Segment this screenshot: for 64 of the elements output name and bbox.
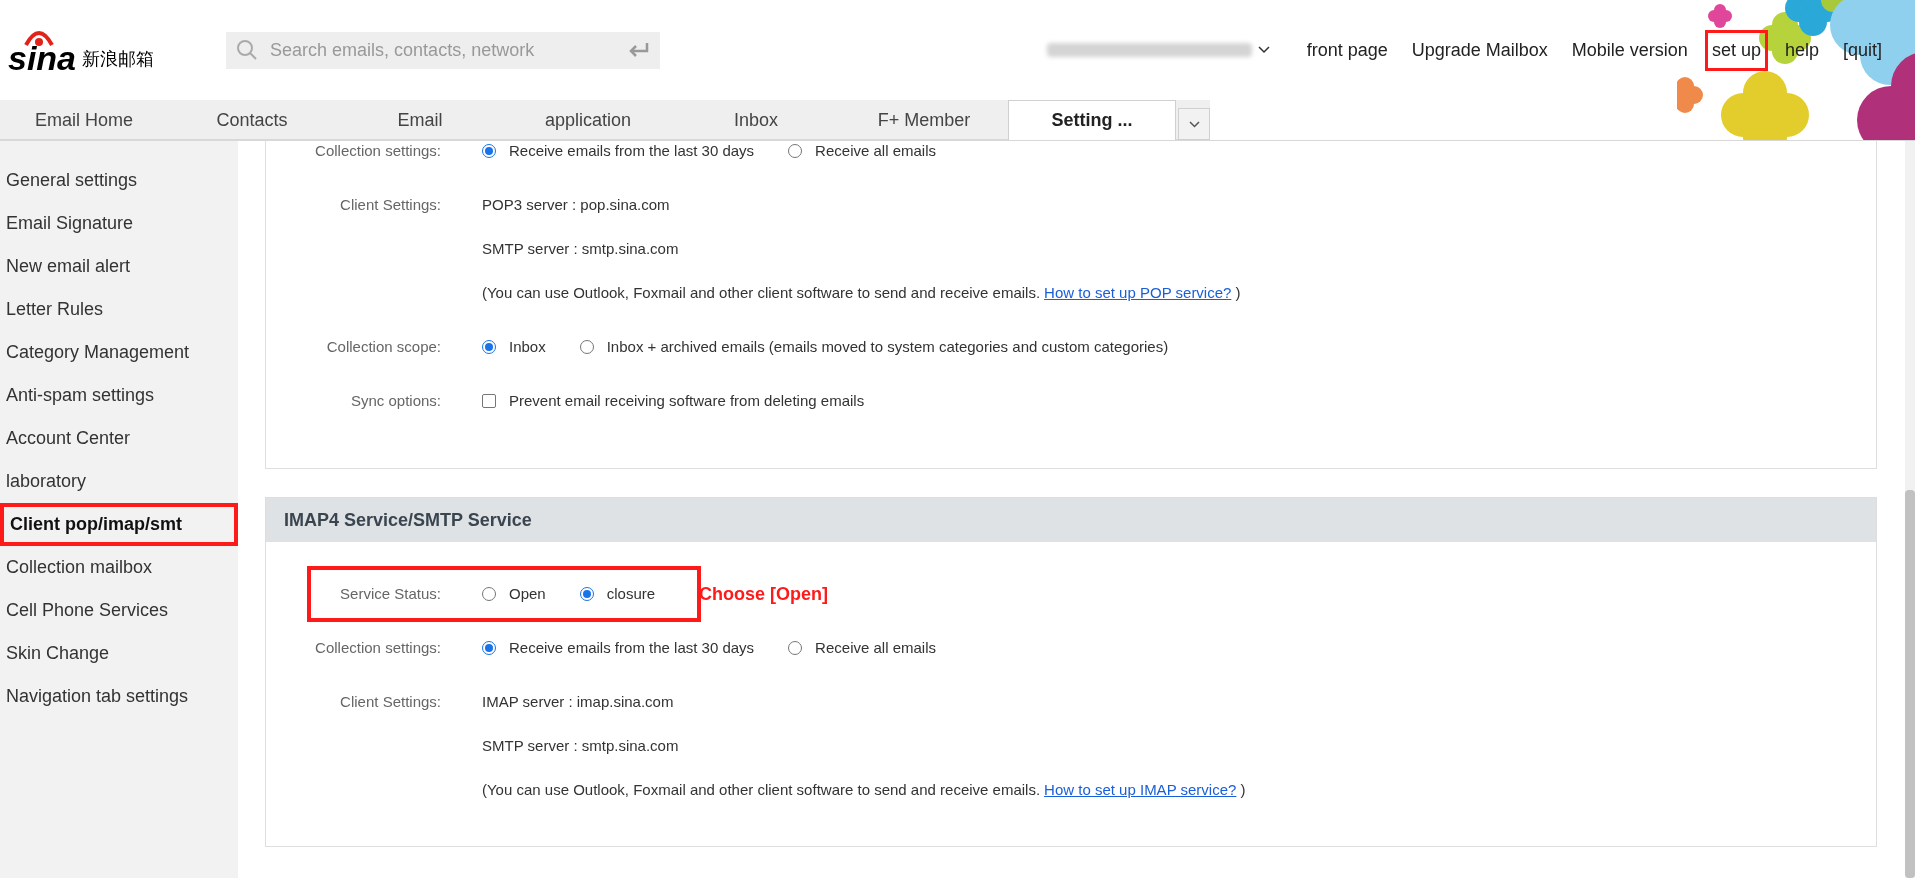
option-label: Open — [509, 583, 546, 604]
sidebar-item[interactable]: Email Signature — [0, 202, 238, 245]
nav-tab[interactable]: Inbox — [672, 100, 840, 140]
server-text: POP3 server : pop.sina.com — [482, 194, 670, 215]
sidebar-item[interactable]: Account Center — [0, 417, 238, 460]
option-label: Receive emails from the last 30 days — [509, 141, 755, 161]
sidebar-item[interactable]: Letter Rules — [0, 288, 238, 331]
field-label: Collection settings: — [315, 141, 441, 161]
search-input[interactable]: Search emails, contacts, network — [270, 36, 541, 64]
search-field[interactable]: Search emails, contacts, network — [226, 31, 661, 69]
nav-tab[interactable]: Setting ... — [1008, 100, 1176, 140]
sidebar-item[interactable]: Cell Phone Services — [0, 589, 238, 632]
field-label: Client Settings: — [340, 691, 441, 712]
field-label: Service Status: — [340, 583, 441, 604]
sidebar-item[interactable]: Collection mailbox — [0, 546, 238, 589]
option-label: Inbox — [509, 336, 546, 357]
field-label: Collection scope: — [326, 336, 441, 357]
option-label: Inbox + archived emails (emails moved to system categories and custom categories) — [606, 336, 1169, 357]
sidebar-item[interactable]: laboratory — [0, 460, 238, 503]
panel-header: IMAP4 Service/SMTP Service — [266, 498, 1876, 542]
sidebar-item[interactable]: New email alert — [0, 245, 238, 288]
search-icon — [236, 39, 259, 61]
tab-menu-button[interactable] — [1178, 108, 1210, 140]
help-text: (You can use Outlook, Foxmail and other client software to send and receive emails. — [482, 779, 1041, 800]
scrollbar[interactable] — [1905, 141, 1915, 878]
checkbox[interactable] — [482, 394, 496, 408]
option-label: closure — [606, 583, 656, 604]
logo-wordmark: sina — [8, 41, 77, 75]
sidebar-item[interactable]: Anti-spam settings — [0, 374, 238, 417]
nav-tab[interactable]: Email — [336, 100, 504, 140]
nav-link[interactable]: Mobile version — [1564, 29, 1695, 71]
annotation-text: Choose [Open] — [699, 582, 829, 606]
server-text: IMAP server : imap.sina.com — [482, 691, 674, 712]
help-text: (You can use Outlook, Foxmail and other client software to send and receive emails. — [482, 282, 1041, 303]
nav-link[interactable]: Upgrade Mailbox — [1404, 29, 1555, 71]
nav-link[interactable]: set up — [1704, 29, 1768, 71]
server-text: SMTP server : smtp.sina.com — [482, 735, 679, 756]
field-label: Client Settings: — [340, 194, 441, 215]
option-label: Receive emails from the last 30 days — [509, 637, 755, 658]
option-label: Prevent email receiving software from deleting emails — [509, 390, 865, 411]
setup-guide-link[interactable]: How to set up IMAP service? — [1044, 778, 1237, 802]
nav-link[interactable]: [quit] — [1835, 29, 1889, 71]
setup-guide-link[interactable]: How to set up POP service? — [1044, 281, 1232, 305]
logo-title: 新浪邮箱 — [82, 48, 155, 71]
sidebar-item[interactable]: Skin Change — [0, 632, 238, 675]
nav-tab[interactable]: Email Home — [0, 100, 168, 140]
sidebar-item[interactable]: Navigation tab settings — [0, 675, 238, 718]
help-text: ) — [1240, 779, 1246, 800]
option-label: Receive all emails — [815, 637, 936, 658]
nav-tab[interactable]: F+ Member — [840, 100, 1008, 140]
caret-icon — [1188, 120, 1200, 128]
help-text: ) — [1235, 282, 1241, 303]
enter-icon[interactable] — [628, 41, 651, 59]
nav-link[interactable]: front page — [1299, 29, 1395, 71]
sidebar-item[interactable]: Client pop/imap/smt — [0, 503, 238, 546]
field-label: Collection settings: — [315, 637, 441, 658]
nav-tab[interactable]: application — [504, 100, 672, 140]
sidebar-item[interactable]: General settings — [0, 159, 238, 202]
sidebar-item[interactable]: Category Management — [0, 331, 238, 374]
field-label: Sync options: — [350, 390, 441, 411]
nav-tab[interactable]: Contacts — [168, 100, 336, 140]
option-label: Receive all emails — [815, 141, 936, 161]
server-text: SMTP server : smtp.sina.com — [482, 238, 679, 259]
caret-icon — [1257, 46, 1270, 54]
